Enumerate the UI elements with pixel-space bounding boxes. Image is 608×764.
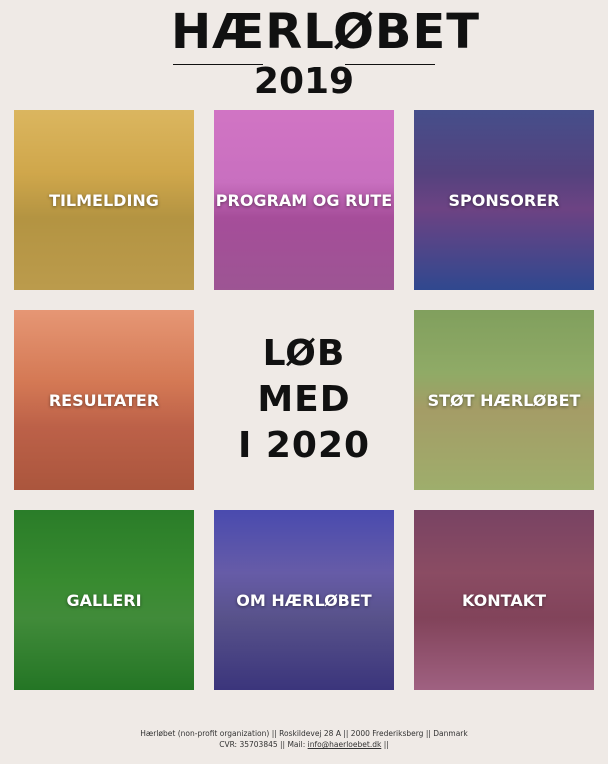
tile-label: KONTAKT: [461, 590, 547, 610]
tile-label: TILMELDING: [49, 190, 159, 210]
tile-resultater[interactable]: RESULTATER: [14, 310, 194, 490]
footer-email-link[interactable]: info@haerloebet.dk: [308, 740, 382, 749]
nav-grid: TILMELDING PROGRAM OG RUTE SPONSORER RES…: [14, 110, 594, 690]
center-line-2: I 2020: [237, 425, 371, 466]
footer-address: Hærløbet (non-profit organization) || Ro…: [140, 729, 468, 738]
lob-med-2020-text: LØB MED I 2020: [214, 310, 394, 490]
tile-label: RESULTATER: [48, 390, 160, 410]
center-line-1: LØB MED: [257, 333, 351, 420]
logo-title: HÆRLØBET: [171, 4, 481, 60]
tile-om-haerlobet[interactable]: OM HÆRLØBET: [214, 510, 394, 690]
tile-tilmelding[interactable]: TILMELDING: [14, 110, 194, 290]
footer-suffix: ||: [381, 740, 389, 749]
tile-galleri[interactable]: GALLERI: [14, 510, 194, 690]
tile-label: OM HÆRLØBET: [236, 590, 372, 610]
tile-kontakt[interactable]: KONTAKT: [414, 510, 594, 690]
tile-label: STØT HÆRLØBET: [427, 390, 581, 410]
footer-cvr: CVR: 35703845 || Mail:: [219, 740, 308, 749]
site-logo[interactable]: HÆRLØBET 2019: [171, 4, 481, 102]
tile-label: GALLERI: [66, 590, 142, 610]
tile-label: SPONSORER: [448, 190, 560, 210]
logo-year: 2019: [253, 61, 355, 102]
tile-label: PROGRAM OG RUTE: [215, 190, 393, 210]
footer-contact: CVR: 35703845 || Mail: info@haerloebet.d…: [0, 739, 608, 750]
tile-stot-haerlobet[interactable]: STØT HÆRLØBET: [414, 310, 594, 490]
tile-program-og-rute[interactable]: PROGRAM OG RUTE: [214, 110, 394, 290]
site-footer: Hærløbet (non-profit organization) || Ro…: [0, 728, 608, 750]
tile-sponsorer[interactable]: SPONSORER: [414, 110, 594, 290]
